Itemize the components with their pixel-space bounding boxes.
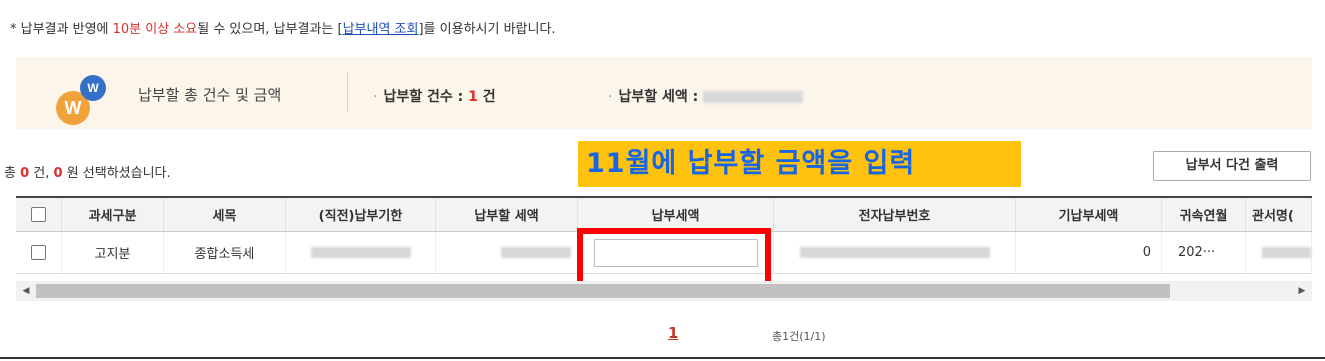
header-e-payment-number: 전자납부번호 xyxy=(774,198,1016,231)
summary-count-value: 1 xyxy=(468,89,478,105)
scroll-thumb[interactable] xyxy=(36,284,1170,298)
scroll-right-icon[interactable]: ▶ xyxy=(1292,281,1312,301)
payment-history-link[interactable]: 납부내역 조회 xyxy=(343,22,419,37)
header-tax-due: 납부할 세액 xyxy=(436,198,578,231)
header-tax-item: 세목 xyxy=(164,198,286,231)
select-all-checkbox[interactable] xyxy=(31,207,46,222)
row-tax-due-redacted xyxy=(436,232,578,273)
header-paid-amount: 기납부세액 xyxy=(1016,198,1162,231)
notice-text: * 납부결과 반영에 10분 이상 소요될 수 있으며, 납부결과는 [납부내역… xyxy=(10,18,556,37)
table-row: 고지분 종합소득세 0 202··· xyxy=(16,232,1312,274)
summary-count-unit: 건 xyxy=(477,89,496,105)
row-checkbox[interactable] xyxy=(31,245,46,260)
summary-count-label: 납부할 건수 : xyxy=(383,89,469,105)
summary-count: · 납부할 건수 : 1 건 xyxy=(373,86,496,106)
logo-w-blue: W xyxy=(80,75,106,101)
row-period: 202··· xyxy=(1162,232,1246,273)
horizontal-scrollbar[interactable]: ◀ ▶ xyxy=(16,281,1312,301)
header-payment-amount: 납부세액 xyxy=(578,198,774,231)
scroll-left-icon[interactable]: ◀ xyxy=(16,281,36,301)
selection-status: 총 0 건, 0 원 선택하셨습니다. xyxy=(4,162,171,181)
summary-divider xyxy=(347,71,348,113)
page-total: 총1건(1/1) xyxy=(772,330,826,343)
payment-amount-input[interactable] xyxy=(593,238,758,267)
summary-title: 납부할 총 건수 및 금액 xyxy=(138,86,282,104)
header-select-cell xyxy=(16,198,62,231)
table-header: 과세구분 세목 (직전)납부기한 납부할 세액 납부세액 전자납부번호 기납부세… xyxy=(16,196,1312,232)
row-tax-item: 종합소득세 xyxy=(164,232,286,273)
header-category: 과세구분 xyxy=(62,198,164,231)
row-paid-amount: 0 xyxy=(1016,232,1162,273)
row-select-cell xyxy=(16,232,62,273)
payment-summary-box: W W 납부할 총 건수 및 금액 · 납부할 건수 : 1 건 · 납부할 세액 … xyxy=(16,57,1312,129)
selection-middle: 건, xyxy=(29,166,54,181)
selection-amount: 0 xyxy=(53,166,63,181)
bullet-icon: · xyxy=(373,89,378,105)
row-due-date-redacted xyxy=(286,232,436,273)
selection-suffix: 원 선택하셨습니다. xyxy=(62,166,171,181)
header-period: 귀속연월 xyxy=(1162,198,1246,231)
summary-amount: · 납부할 세액 : xyxy=(608,86,804,106)
bullet-icon: · xyxy=(608,89,613,105)
notice-highlight: 10분 이상 소요 xyxy=(112,22,198,37)
row-office-redacted xyxy=(1246,232,1312,273)
notice-prefix: * 납부결과 반영에 xyxy=(10,22,113,37)
bottom-divider xyxy=(0,357,1325,359)
row-payment-input-cell xyxy=(578,232,774,273)
selection-prefix: 총 xyxy=(4,166,21,181)
wetax-logo: W W xyxy=(42,71,114,127)
row-category: 고지분 xyxy=(62,232,164,273)
header-office: 관서명( xyxy=(1246,198,1312,231)
page-link-1[interactable]: 1 xyxy=(668,324,678,342)
print-multiple-bills-button[interactable]: 납부서 다건 출력 xyxy=(1153,151,1311,181)
row-e-payment-number-redacted xyxy=(774,232,1016,273)
selection-count: 0 xyxy=(20,166,30,181)
instruction-callout: 11월에 납부할 금액을 입력 xyxy=(578,141,1021,187)
header-due-date: (직전)납부기한 xyxy=(286,198,436,231)
summary-amount-redacted xyxy=(703,91,804,103)
summary-amount-label: 납부할 세액 : xyxy=(618,89,704,105)
notice-middle: 될 수 있으며, 납부결과는 [ xyxy=(197,22,343,37)
notice-suffix: ]를 이용하시기 바랍니다. xyxy=(418,22,556,37)
